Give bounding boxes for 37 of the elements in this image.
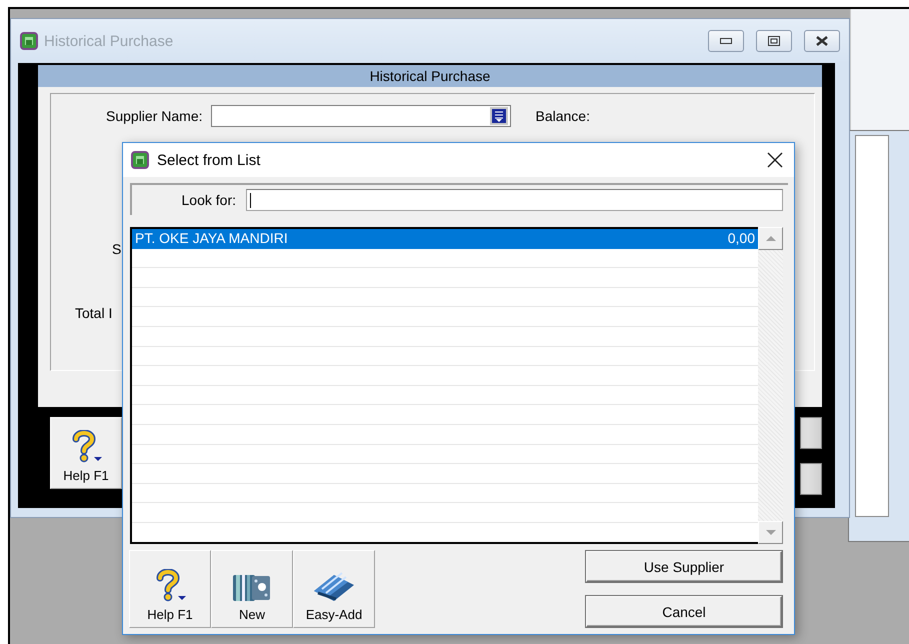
scroll-down-button[interactable] [758,521,783,544]
close-button[interactable] [804,30,840,52]
window-title: Historical Purchase [44,32,174,50]
field-label: Balance: [536,108,590,124]
field-label: Total I [75,305,112,321]
supplier-field[interactable] [210,105,510,127]
search-field[interactable] [246,189,783,211]
close-icon [815,36,829,46]
app-icon [20,32,38,50]
toolbar-button[interactable]: Easy-Add [293,550,375,628]
dialog-button[interactable]: Use Supplier [586,551,782,582]
dialog-title: Select from List [157,152,262,168]
scroll-up-button[interactable] [758,227,783,250]
maximize-button[interactable] [756,30,792,52]
minimize-icon [720,38,732,44]
field-label: Look for: [180,192,236,208]
balance-value: 0,00 [728,230,755,246]
app-icon [131,151,149,169]
minimize-button[interactable] [708,30,744,52]
toolbar-button[interactable]: Help F1 [50,417,122,489]
list-row[interactable]: PT. OKE JAYA MANDIRI 0,00 [132,229,758,249]
supplier-list[interactable]: PT. OKE JAYA MANDIRI 0,00 [130,227,758,544]
field-label: Supplier Name: [106,108,202,124]
field-label: S [112,241,122,257]
dialog-button[interactable]: Cancel [586,596,782,627]
side-button[interactable] [800,463,822,495]
close-icon[interactable] [767,152,783,168]
up-arrow-icon [766,236,776,241]
dropdown-icon[interactable] [492,109,506,123]
toolbar-button[interactable]: New [211,550,293,628]
supplier-name: PT. OKE JAYA MANDIRI [135,230,288,246]
maximize-icon [768,36,780,46]
side-button[interactable] [800,417,822,449]
book-icon [232,573,272,603]
form-header: Historical Purchase [38,65,822,87]
toolbar-button[interactable]: Help F1 [129,550,211,628]
down-arrow-icon [766,530,776,535]
